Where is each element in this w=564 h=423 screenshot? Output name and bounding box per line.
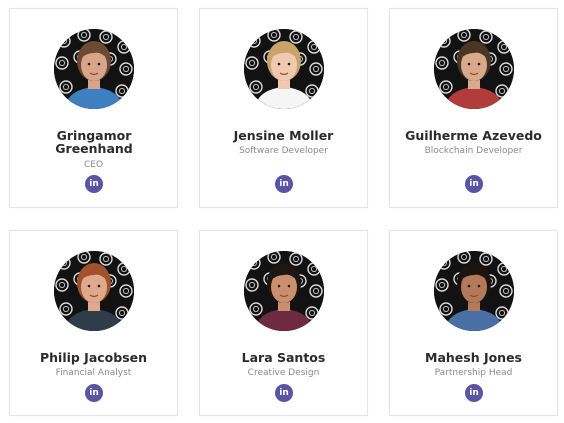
member-role: Creative Design: [247, 368, 320, 378]
member-name: Guilherme Azevedo: [405, 128, 542, 143]
avatar-portrait: [244, 29, 324, 109]
linkedin-icon[interactable]: in: [465, 384, 483, 402]
avatar-portrait: [244, 251, 324, 331]
member-role: CEO: [83, 160, 104, 170]
avatar: [434, 251, 514, 331]
avatar: [244, 251, 324, 331]
member-role: Software Developer: [239, 146, 328, 156]
team-card: Lara Santos Creative Design in: [199, 230, 368, 416]
team-card: Philip Jacobsen Financial Analyst in: [9, 230, 178, 416]
avatar-portrait: [54, 29, 134, 109]
avatar-portrait: [54, 251, 134, 331]
avatar: [54, 251, 134, 331]
member-name: Philip Jacobsen: [39, 350, 148, 365]
linkedin-icon[interactable]: in: [465, 175, 483, 193]
avatar-portrait: [434, 29, 514, 109]
linkedin-icon[interactable]: in: [85, 175, 103, 193]
member-name: Lara Santos: [241, 350, 326, 365]
member-role: Financial Analyst: [55, 368, 132, 378]
member-name: Jensine Moller: [233, 128, 334, 143]
team-card: Mahesh Jones Partnership Head in: [389, 230, 558, 416]
linkedin-icon[interactable]: in: [275, 175, 293, 193]
team-card: Jensine Moller Software Developer in: [199, 8, 368, 208]
member-role: Partnership Head: [434, 368, 513, 378]
avatar-portrait: [434, 251, 514, 331]
member-name: Mahesh Jones: [425, 350, 522, 365]
avatar: [244, 29, 324, 109]
avatar: [434, 29, 514, 109]
team-card: Gringamor Greenhand CEO in: [9, 8, 178, 208]
member-role: Blockchain Developer: [424, 146, 523, 156]
team-card: Guilherme Azevedo Blockchain Developer i…: [389, 8, 558, 208]
member-name: Gringamor Greenhand: [55, 128, 133, 156]
linkedin-icon[interactable]: in: [85, 384, 103, 402]
avatar: [54, 29, 134, 109]
team-grid: Gringamor Greenhand CEO in Jensine Molle…: [0, 0, 564, 423]
linkedin-icon[interactable]: in: [275, 384, 293, 402]
